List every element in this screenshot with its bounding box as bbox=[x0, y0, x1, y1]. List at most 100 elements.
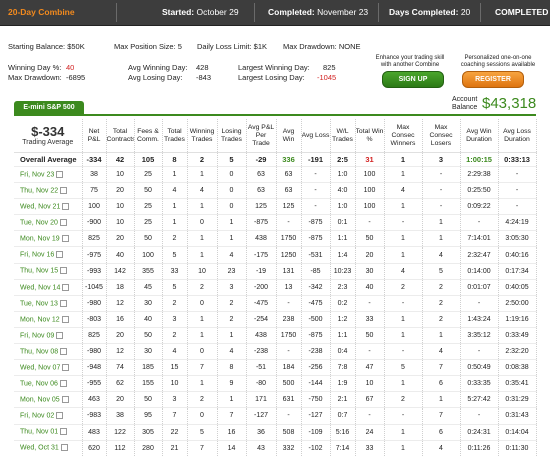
notes-icon[interactable] bbox=[62, 203, 70, 211]
notes-icon[interactable] bbox=[59, 380, 67, 388]
notes-icon[interactable] bbox=[56, 170, 64, 178]
table-cell: 463 bbox=[82, 391, 107, 408]
date-link[interactable]: Wed, Nov 07 bbox=[14, 359, 83, 376]
notes-icon[interactable] bbox=[61, 235, 69, 243]
table-cell: 0 bbox=[187, 294, 218, 312]
notes-icon[interactable] bbox=[59, 219, 67, 227]
date-link[interactable]: Mon, Nov 19 bbox=[14, 230, 83, 247]
table-cell: 100 bbox=[355, 165, 385, 183]
table-cell: 1 bbox=[187, 165, 218, 183]
notes-icon[interactable] bbox=[60, 267, 68, 275]
col-header[interactable]: Max Consec Winners bbox=[384, 119, 423, 153]
table-cell: 25 bbox=[134, 165, 163, 183]
col-header[interactable]: Max Consec Losers bbox=[422, 119, 461, 153]
table-cell: 0:33:35 bbox=[460, 375, 499, 392]
table-cell: 3:05:30 bbox=[498, 230, 537, 247]
date-link[interactable]: Tue, Nov 20 bbox=[14, 214, 83, 231]
notes-icon[interactable] bbox=[59, 299, 67, 307]
table-cell: 63 bbox=[246, 165, 277, 183]
table-cell: 1 bbox=[162, 198, 188, 215]
table-cell: 38 bbox=[106, 407, 135, 424]
table-cell: 0:4 bbox=[330, 343, 356, 360]
table-cell: 100 bbox=[355, 182, 385, 199]
date-link[interactable]: Tue, Nov 06 bbox=[14, 375, 83, 392]
date-link[interactable]: Mon, Nov 05 bbox=[14, 391, 83, 408]
table-cell: 0:40:05 bbox=[498, 278, 537, 296]
col-header[interactable]: Total Trades bbox=[162, 119, 188, 153]
notes-icon[interactable] bbox=[56, 331, 64, 339]
col-header[interactable]: W/L Trades bbox=[330, 119, 356, 153]
date-link[interactable]: Thu, Nov 01 bbox=[14, 423, 83, 441]
col-header[interactable]: Avg Win Duration bbox=[460, 119, 499, 153]
table-cell: 1 bbox=[384, 230, 423, 247]
date-link[interactable]: Mon, Nov 12 bbox=[14, 310, 83, 328]
avg-losing-day-value: -843 bbox=[196, 73, 212, 82]
notes-icon[interactable] bbox=[62, 283, 70, 291]
col-header[interactable]: Avg Loss bbox=[301, 119, 331, 153]
tab-emini-sp500[interactable]: E-mini S&P 500 bbox=[14, 101, 84, 114]
date-link[interactable]: Fri, Nov 23 bbox=[14, 165, 83, 183]
table-cell: 16 bbox=[106, 310, 135, 328]
table-cell: -993 bbox=[82, 262, 107, 280]
coaching-promo-line-2: coaching sessions available bbox=[460, 62, 536, 68]
table-cell: 33 bbox=[162, 262, 188, 280]
table-row: Mon, Nov 12 -803 16 40 3 1 2 -254 238 -500 1:2 33 1 2… bbox=[14, 310, 537, 328]
table-row: Wed, Nov 21 100 10 25 1 1 0 125 125-1:0 100 1-0:09… bbox=[14, 198, 537, 215]
table-cell: 7:14:01 bbox=[460, 230, 499, 247]
notes-icon[interactable] bbox=[56, 412, 64, 420]
notes-icon[interactable] bbox=[60, 444, 68, 452]
date-link[interactable]: Wed, Nov 14 bbox=[14, 278, 83, 296]
table-cell: 1:1 bbox=[330, 326, 356, 344]
notes-icon[interactable] bbox=[61, 396, 69, 404]
col-header[interactable]: Avg Win bbox=[276, 119, 302, 153]
col-header[interactable]: Winning Trades bbox=[187, 119, 218, 153]
table-cell: 7:8 bbox=[330, 359, 356, 376]
date-link[interactable]: Wed, Oct 31 bbox=[14, 439, 83, 456]
notes-icon[interactable] bbox=[61, 315, 69, 323]
date-link[interactable]: Wed, Nov 21 bbox=[14, 198, 83, 215]
table-cell: - bbox=[422, 165, 461, 183]
table-cell: 0 bbox=[217, 198, 247, 215]
avg-winning-day-label: Avg Winning Day: bbox=[128, 63, 188, 72]
notes-icon[interactable] bbox=[60, 186, 68, 194]
date-link[interactable]: Thu, Nov 15 bbox=[14, 262, 83, 280]
date-label: Thu, Nov 15 bbox=[20, 267, 59, 275]
notes-icon[interactable] bbox=[56, 251, 64, 259]
table-cell: 10 bbox=[355, 375, 385, 392]
combine-promo-line-2: with another Combine bbox=[380, 62, 440, 68]
col-header[interactable]: Fees & Comm. bbox=[134, 119, 163, 153]
notes-icon[interactable] bbox=[60, 347, 68, 355]
table-cell: -531 bbox=[301, 246, 331, 264]
table-cell: - bbox=[460, 343, 499, 360]
table-cell: 10 bbox=[106, 214, 135, 231]
table-cell: 1 bbox=[217, 391, 247, 408]
date-label: Mon, Nov 19 bbox=[20, 235, 60, 243]
table-cell: 2 bbox=[187, 391, 218, 408]
date-link[interactable]: Thu, Nov 22 bbox=[14, 182, 83, 199]
col-header[interactable]: Losing Trades bbox=[217, 119, 247, 153]
table-cell: 1:0 bbox=[330, 165, 356, 183]
sign-up-button[interactable]: SIGN UP bbox=[382, 71, 444, 88]
col-header[interactable]: Avg Loss Duration bbox=[498, 119, 537, 153]
date-link[interactable]: Fri, Nov 02 bbox=[14, 407, 83, 424]
table-cell: 355 bbox=[134, 262, 163, 280]
date-link[interactable]: Fri, Nov 09 bbox=[14, 326, 83, 344]
notes-icon[interactable] bbox=[62, 364, 70, 371]
table-cell: 5 bbox=[162, 246, 188, 264]
table-cell: 0 bbox=[217, 165, 247, 183]
table-cell: 131 bbox=[276, 262, 302, 280]
register-button[interactable]: REGISTER bbox=[462, 71, 524, 88]
col-header[interactable]: Net P&L bbox=[82, 119, 107, 153]
table-cell: 7 bbox=[162, 407, 188, 424]
col-header[interactable]: Total Contracts bbox=[106, 119, 135, 153]
date-link[interactable]: Thu, Nov 08 bbox=[14, 343, 83, 360]
col-header[interactable]: Total Win % bbox=[355, 119, 385, 153]
table-cell: -980 bbox=[82, 294, 107, 312]
table-cell: 42 bbox=[106, 152, 135, 167]
notes-icon[interactable] bbox=[60, 428, 68, 436]
col-header[interactable]: Avg P&L Per Trade bbox=[246, 119, 277, 153]
date-link[interactable]: Tue, Nov 13 bbox=[14, 294, 83, 312]
table-cell: 305 bbox=[134, 423, 163, 441]
date-link[interactable]: Fri, Nov 16 bbox=[14, 246, 83, 264]
table-cell: 0 bbox=[187, 343, 218, 360]
